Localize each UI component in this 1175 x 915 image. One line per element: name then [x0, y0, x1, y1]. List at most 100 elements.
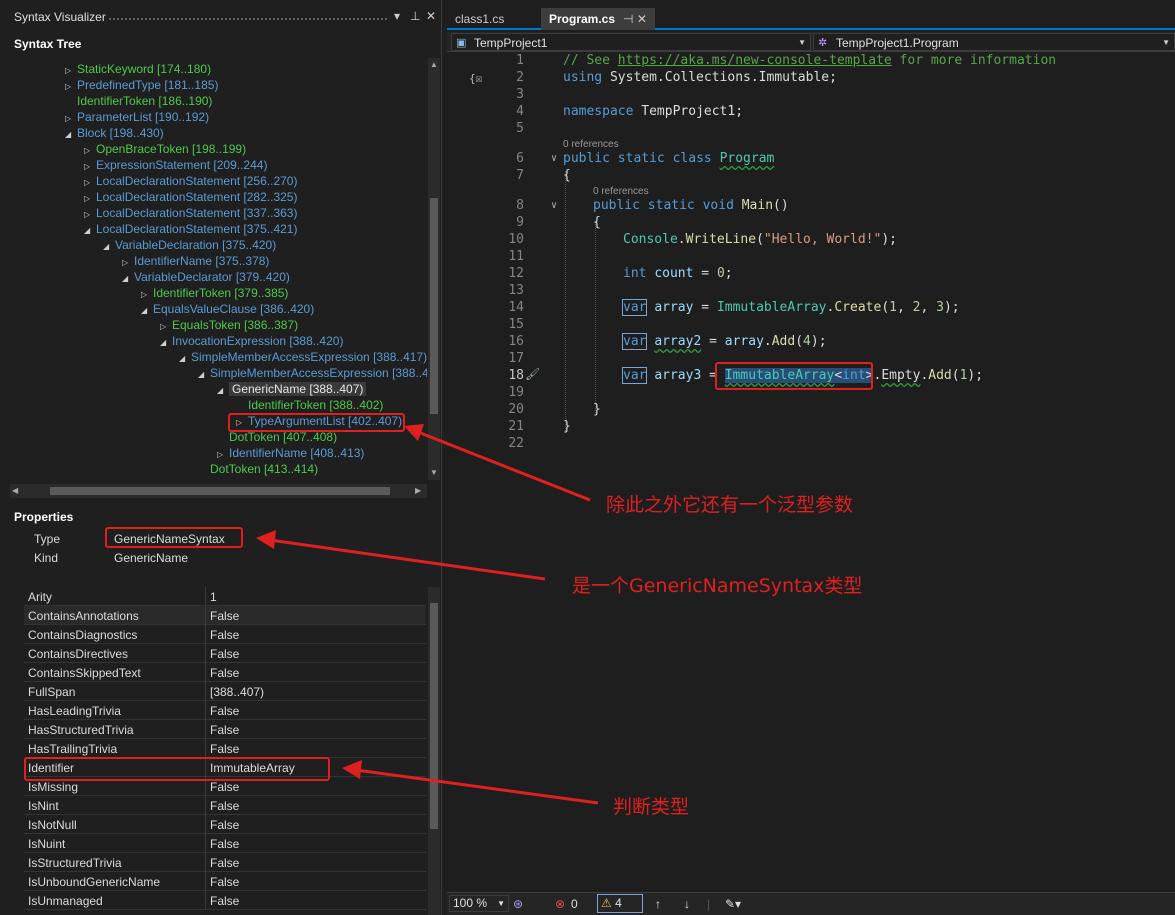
property-row[interactable]: ContainsSkippedText False [24, 663, 426, 682]
expanded-arrow-icon[interactable]: ◢ [198, 367, 210, 383]
property-name: ContainsSkippedText [28, 666, 141, 680]
column-separator [205, 644, 206, 663]
property-row[interactable]: IsNint False [24, 796, 426, 815]
tree-node[interactable]: ▷ EqualsToken [386..387) [160, 317, 298, 333]
expanded-arrow-icon[interactable]: ◢ [217, 383, 229, 399]
tree-node-label: IdentifierToken [379..385) [153, 286, 289, 300]
code-cleanup-icon[interactable]: ✎▾ [725, 897, 741, 911]
expanded-arrow-icon[interactable]: ◢ [160, 335, 172, 351]
tree-node[interactable]: ◢ LocalDeclarationStatement [375..421) [84, 221, 297, 237]
property-row[interactable]: HasLeadingTrivia False [24, 701, 426, 720]
tab-program[interactable]: Program.cs ⊣ ✕ [541, 8, 655, 30]
tree-node[interactable]: ▷ PredefinedType [181..185) [65, 77, 218, 93]
column-separator [205, 625, 206, 644]
tree-node[interactable]: DotToken [413..414) [198, 461, 318, 477]
fold-chevron-icon[interactable]: ∨ [551, 153, 557, 164]
tree-node[interactable]: ◢ SimpleMemberAccessExpression [388..417) [179, 349, 427, 365]
arrow-down-icon[interactable]: ↓ [684, 897, 690, 911]
tree-node[interactable]: ◢ VariableDeclarator [379..420) [122, 269, 290, 285]
pin-icon[interactable]: ⊥ [410, 9, 420, 23]
property-row[interactable]: ContainsDirectives False [24, 644, 426, 663]
scroll-left-icon[interactable]: ◀ [12, 486, 18, 495]
scroll-thumb[interactable] [50, 487, 390, 495]
property-row[interactable]: Arity 1 [24, 587, 426, 606]
scroll-thumb[interactable] [430, 198, 438, 414]
tree-node[interactable]: IdentifierToken [186..190) [65, 93, 212, 109]
tree-node[interactable]: ▷ IdentifierToken [379..385) [141, 285, 288, 301]
tree-node-label: DotToken [413..414) [210, 462, 319, 476]
property-row[interactable]: ContainsAnnotations False [24, 606, 426, 625]
property-value: 1 [210, 590, 217, 604]
scroll-down-icon[interactable]: ▼ [430, 468, 438, 477]
highlight-type-value [105, 527, 243, 548]
tree-node[interactable]: ◢ Block [198..430) [65, 125, 164, 141]
panel-grip[interactable] [108, 17, 388, 21]
property-row[interactable]: IsNuint False [24, 834, 426, 853]
tree-node[interactable]: ▷ LocalDeclarationStatement [337..363) [84, 205, 297, 221]
property-grid[interactable]: Arity 1 ContainsAnnotations False ContainsDi… [24, 587, 426, 915]
codelens-references[interactable]: 0 references [593, 186, 649, 197]
property-row[interactable]: IsUnmanaged False [24, 891, 426, 910]
code-line-20: } [593, 402, 601, 417]
tree-node[interactable]: IdentifierToken [388..402) [236, 397, 383, 413]
property-row[interactable]: IsUnboundGenericName False [24, 872, 426, 891]
line-number: 5 [516, 121, 524, 136]
scroll-up-icon[interactable]: ▲ [430, 60, 438, 69]
scroll-thumb[interactable] [430, 603, 438, 829]
quick-action-brush-icon[interactable]: 🖌 [525, 367, 540, 381]
project-dropdown[interactable]: ▣ TempProject1 ▼ [451, 33, 811, 51]
expanded-arrow-icon[interactable]: ◢ [65, 127, 77, 143]
expanded-arrow-icon[interactable]: ◢ [179, 351, 191, 367]
column-separator [205, 796, 206, 815]
tree-node[interactable]: ◢ InvocationExpression [388..420) [160, 333, 343, 349]
copilot-icon[interactable]: ⊛ [513, 897, 523, 911]
arrow-up-icon[interactable]: ↑ [655, 897, 661, 911]
tree-node[interactable]: ◢ VariableDeclaration [375..420) [103, 237, 276, 253]
tree-node[interactable]: ▷ ParameterList [190..192) [65, 109, 209, 125]
error-icon[interactable]: ⊗ [555, 897, 565, 911]
dropdown-icon[interactable]: ▾ [394, 9, 400, 23]
tree-node[interactable]: ▷ IdentifierName [408..413) [217, 445, 364, 461]
expanded-arrow-icon[interactable]: ◢ [84, 223, 96, 239]
close-icon[interactable]: ✕ [426, 9, 436, 23]
expanded-arrow-icon[interactable]: ◢ [122, 271, 134, 287]
panel-title: Syntax Visualizer [14, 10, 106, 24]
property-row[interactable]: HasStructuredTrivia False [24, 720, 426, 739]
tree-node[interactable]: ◢ SimpleMemberAccessExpression [388..4 [198, 365, 427, 381]
type-dropdown[interactable]: ✲ TempProject1.Program ▼ [813, 33, 1175, 51]
tree-horizontal-scrollbar[interactable]: ◀ ▶ [10, 484, 427, 498]
tree-node[interactable]: ▷ IdentifierName [375..378) [122, 253, 269, 269]
chevron-down-icon: ▼ [798, 38, 806, 47]
tree-vertical-scrollbar[interactable]: ▲ ▼ [428, 58, 440, 480]
tree-node-label: VariableDeclaration [375..420) [115, 238, 277, 252]
property-grid-scrollbar[interactable] [428, 587, 440, 915]
kind-key: Kind [34, 551, 59, 565]
warnings-button[interactable]: ⚠ 4 [597, 894, 643, 913]
property-row[interactable]: FullSpan [388..407) [24, 682, 426, 701]
tree-node[interactable]: ▷ OpenBraceToken [198..199) [84, 141, 246, 157]
tab-class1[interactable]: class1.cs [447, 8, 512, 30]
code-area[interactable]: 1 2 3 4 5 6 7 8 9 10 11 12 13 14 15 16 17 18 19 20 21 22 {☒ ∨… [447, 53, 1175, 891]
property-name: IsNint [28, 799, 59, 813]
tree-node[interactable]: ▷ LocalDeclarationStatement [256..270) [84, 173, 297, 189]
tree-node[interactable]: ◢ EqualsValueClause [386..420) [141, 301, 314, 317]
fold-chevron-icon[interactable]: ∨ [551, 200, 557, 211]
scroll-right-icon[interactable]: ▶ [415, 486, 421, 495]
tree-node[interactable]: ▷ LocalDeclarationStatement [282..325) [84, 189, 297, 205]
tree-node[interactable]: ▷ ExpressionStatement [209..244) [84, 157, 267, 173]
tree-node[interactable]: ◢ GenericName [388..407) [217, 381, 367, 399]
project-dropdown-label: TempProject1 [474, 36, 548, 50]
property-row[interactable]: IsNotNull False [24, 815, 426, 834]
property-row[interactable]: HasTrailingTrivia False [24, 739, 426, 758]
line-number: 7 [516, 168, 524, 183]
expanded-arrow-icon[interactable]: ◢ [141, 303, 153, 319]
error-count[interactable]: 0 [571, 897, 578, 911]
property-row[interactable]: IsStructuredTrivia False [24, 853, 426, 872]
property-row[interactable]: ContainsDiagnostics False [24, 625, 426, 644]
line-number: 10 [508, 232, 524, 247]
tree-node[interactable]: ▷ StaticKeyword [174..180) [65, 61, 211, 77]
pin-close-icon[interactable]: ⊣ ✕ [623, 12, 647, 26]
codelens-references[interactable]: 0 references [563, 139, 619, 150]
zoom-dropdown[interactable]: 100 % ▼ [449, 895, 509, 912]
expanded-arrow-icon[interactable]: ◢ [103, 239, 115, 255]
